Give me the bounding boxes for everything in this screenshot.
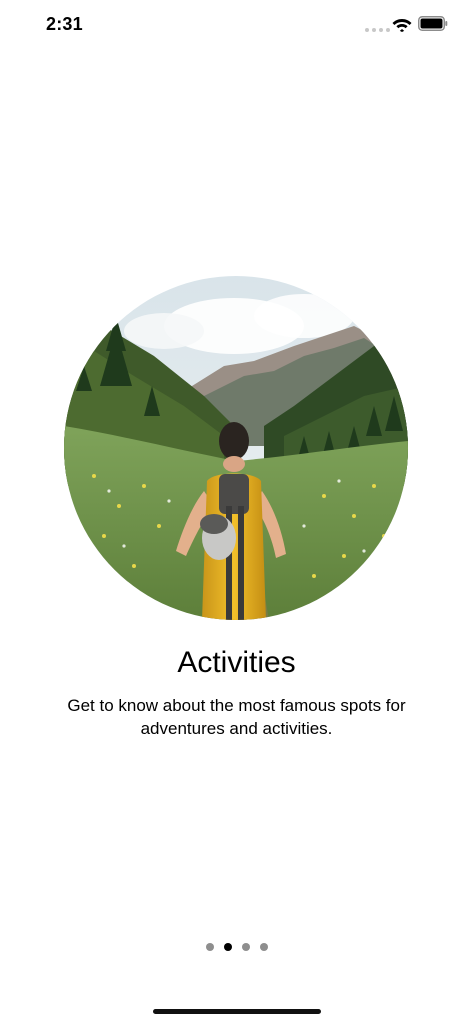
status-bar: 2:31 xyxy=(0,0,473,50)
page-dot-4[interactable] xyxy=(259,943,268,951)
status-time: 2:31 xyxy=(46,14,83,34)
page-title: Activities xyxy=(177,646,296,679)
page-dot-2[interactable] xyxy=(223,943,232,951)
page-indicator[interactable] xyxy=(0,943,473,951)
home-indicator[interactable] xyxy=(153,1009,321,1014)
hiker-photo xyxy=(64,276,408,620)
hero-image xyxy=(64,276,408,620)
cellular-signal-icon xyxy=(365,28,390,32)
battery-icon xyxy=(418,16,448,31)
page-dot-3[interactable] xyxy=(241,943,250,951)
wifi-icon xyxy=(392,19,412,32)
page-dot-1[interactable] xyxy=(205,943,214,951)
page-description: Get to know about the most famous spots … xyxy=(67,696,406,738)
